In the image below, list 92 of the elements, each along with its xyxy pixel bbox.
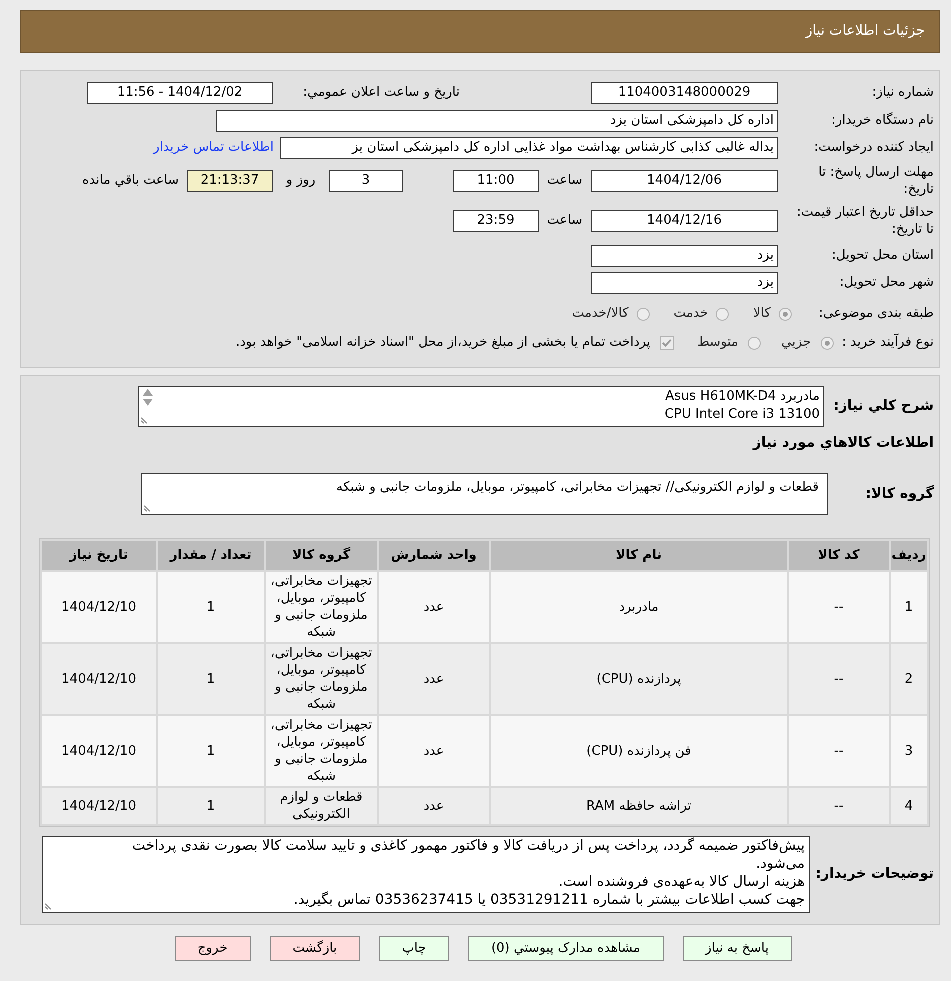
table-cell: 1 xyxy=(158,788,264,824)
days-remaining-field[interactable]: 3 xyxy=(329,170,403,192)
deadline-time-field[interactable]: 11:00 xyxy=(453,170,539,192)
field-label: شرح کلي نیاز: xyxy=(832,397,934,416)
field-label: ایجاد کننده درخواست: xyxy=(813,139,934,158)
table-cell: مادربرد xyxy=(491,572,787,642)
radio-button[interactable] xyxy=(636,308,650,320)
field-label: مهلت ارسال پاسخ: تا تاریخ: xyxy=(818,164,934,198)
radio-label: کالا xyxy=(753,305,771,324)
table-cell: تراشه حافظه RAM xyxy=(491,788,787,824)
table-cell: فن پردازنده (CPU) xyxy=(491,716,787,786)
radio-label: متوسط xyxy=(698,334,738,352)
table-cell: عدد xyxy=(379,572,489,642)
table-cell: 2 xyxy=(891,644,927,714)
delivery-province-field[interactable]: یزد xyxy=(591,245,778,267)
field-label: حداقل تاریخ اعتبار قیمت: تا تاریخ: xyxy=(796,204,934,238)
table-cell: 3 xyxy=(891,716,927,786)
action-button[interactable]: پاسخ به نیاز xyxy=(682,936,792,961)
product-group-field[interactable]: قطعات و لوازم الکترونیکی// تجهیزات مخابراتی، کامپیوتر، موبایل، ملزومات جانبی و شبکه xyxy=(141,473,828,515)
field-label: گروه کالا: xyxy=(864,484,934,504)
table-cell: 1 xyxy=(158,644,264,714)
table-cell: 1404/12/10 xyxy=(42,644,156,714)
column-header: واحد شمارش xyxy=(379,541,489,570)
section-heading: اطلاعات کالاهاي مورد نیاز xyxy=(753,434,934,452)
field-label: تاریخ و ساعت اعلان عمومي: xyxy=(303,84,460,102)
deadline-date-field[interactable]: 1404/12/06 xyxy=(591,170,778,192)
radio-button[interactable] xyxy=(821,336,834,350)
field-label: روز و xyxy=(284,172,317,190)
page-title: جزئیات اطلاعات نیاز xyxy=(806,22,925,41)
table-cell: 1 xyxy=(891,572,927,642)
time-remaining-field[interactable]: 21:13:37 xyxy=(187,170,273,192)
table-cell: 1404/12/10 xyxy=(42,788,156,824)
radio-label: خدمت xyxy=(674,305,708,324)
action-button[interactable]: خروج xyxy=(174,936,251,961)
buyer-notes-field[interactable]: پیش‌فاکتور ضمیمه گردد، پرداخت پس از دریافت کالا و فاکتور مهمور کاغذی و تایید سلامت کالا بصورت نقدی پرداخت می‌شود. هزینه ارسال کالا به‌عهده‌ی فروشنده است. جهت کسب اطلاعات بیشتر با شماره 03531291211 یا 03536237415 تماس بگیرید. xyxy=(42,836,810,913)
field-label: استان محل تحویل: xyxy=(831,247,934,266)
radio-label: کالا/خدمت xyxy=(572,305,629,324)
table-cell: -- xyxy=(789,716,889,786)
table-cell: عدد xyxy=(379,788,489,824)
radio-button[interactable] xyxy=(778,308,792,320)
field-label: نوع فرآیند خرید : xyxy=(842,333,934,352)
field-label: شماره نیاز: xyxy=(871,84,934,102)
resize-grip-icon[interactable] xyxy=(141,416,149,424)
table-cell: تجهیزات مخابراتی، کامپیوتر، موبایل، ملزومات جانبی و شبکه xyxy=(266,572,377,642)
column-header: تعداد / مقدار xyxy=(158,541,264,570)
buyer-contact-link[interactable]: اطلاعات تماس خریدار xyxy=(154,138,274,158)
checkbox[interactable] xyxy=(660,336,674,350)
radio-button[interactable] xyxy=(748,336,762,350)
price-validity-time-field[interactable]: 23:59 xyxy=(453,210,539,232)
scroll-up-arrow-icon[interactable] xyxy=(143,389,153,396)
action-button[interactable]: بازگشت xyxy=(270,936,360,961)
field-label: ساعت باقي مانده xyxy=(82,172,179,190)
column-header: نام کالا xyxy=(491,541,787,570)
table-cell: -- xyxy=(789,572,889,642)
resize-grip-icon[interactable] xyxy=(45,902,53,910)
table-cell: عدد xyxy=(379,716,489,786)
buyer-organization-field[interactable]: اداره کل دامپزشکی استان یزد xyxy=(216,110,778,132)
table-cell: 1 xyxy=(158,572,264,642)
column-header: گروه کالا xyxy=(266,541,377,570)
table-cell: 1404/12/10 xyxy=(42,716,156,786)
table-cell: 4 xyxy=(891,788,927,824)
field-label: ساعت xyxy=(546,172,584,190)
action-button[interactable]: چاپ xyxy=(379,936,450,961)
column-header: کد کالا xyxy=(789,541,889,570)
table-cell: پردازنده (CPU) xyxy=(491,644,787,714)
field-label: توضیحات خریدار: xyxy=(814,865,934,884)
table-cell: تجهیزات مخابراتی، کامپیوتر، موبایل، ملزومات جانبی و شبکه xyxy=(266,716,377,786)
summary-field[interactable]: مادربرد Asus H610MK-D4 CPU Intel Core i3 13100 xyxy=(138,386,824,427)
table-cell: عدد xyxy=(379,644,489,714)
action-button[interactable]: مشاهده مدارک پیوستي (0) xyxy=(468,936,664,961)
announcement-date-field[interactable]: 1404/12/02 - 11:56 xyxy=(87,82,273,104)
column-header: ردیف xyxy=(891,541,927,570)
radio-button[interactable] xyxy=(716,308,730,320)
radio-label: جزيي xyxy=(781,334,812,352)
checkbox-label: پرداخت تمام یا بخشی از مبلغ خرید،از محل "اسناد خزانه اسلامی" خواهد بود. xyxy=(236,334,651,352)
field-label: ساعت xyxy=(546,212,584,230)
table-cell: 1 xyxy=(158,716,264,786)
table-cell: 1404/12/10 xyxy=(42,572,156,642)
price-validity-date-field[interactable]: 1404/12/16 xyxy=(591,210,778,232)
table-cell: قطعات و لوازم الکترونیکی xyxy=(266,788,377,824)
table-cell: تجهیزات مخابراتی، کامپیوتر، موبایل، ملزومات جانبی و شبکه xyxy=(266,644,377,714)
delivery-city-field[interactable]: یزد xyxy=(591,272,778,294)
field-label: نام دستگاه خریدار: xyxy=(830,112,934,130)
field-label: طبقه بندی موضوعی: xyxy=(818,305,934,324)
requester-field[interactable]: یداله غالبی کذابی کارشناس بهداشت مواد غذایی اداره کل دامپزشکی استان یز xyxy=(280,137,778,159)
table-cell: -- xyxy=(789,644,889,714)
need-number-field[interactable]: 1104003148000029 xyxy=(591,82,778,104)
field-label: شهر محل تحویل: xyxy=(838,274,934,292)
column-header: تاریخ نیاز xyxy=(42,541,156,570)
resize-grip-icon[interactable] xyxy=(144,504,152,512)
scroll-down-arrow-icon[interactable] xyxy=(143,399,153,406)
table-cell: -- xyxy=(789,788,889,824)
